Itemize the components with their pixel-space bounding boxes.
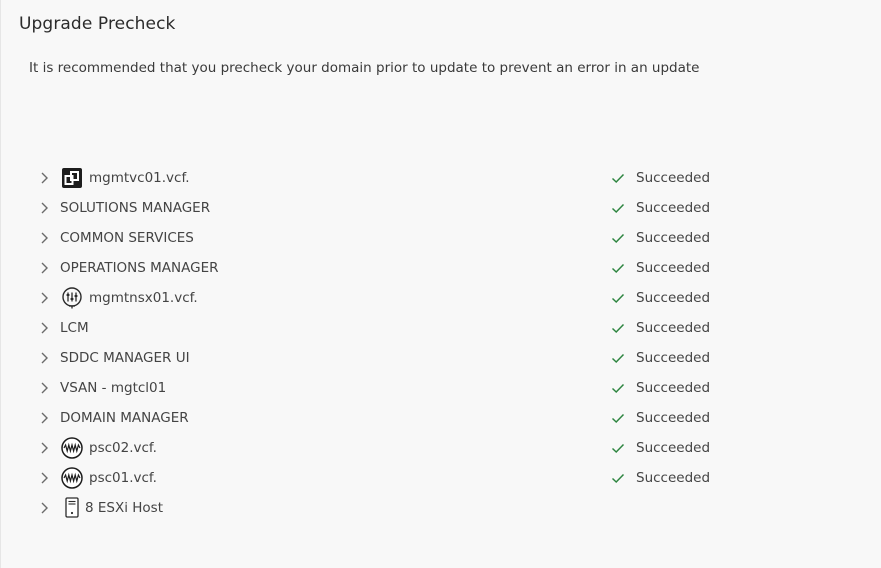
status: Succeeded: [610, 229, 710, 247]
intro-text: It is recommended that you precheck your…: [29, 60, 700, 76]
status-text: Succeeded: [636, 170, 711, 186]
status: Succeeded: [610, 379, 710, 397]
chevron-right-icon[interactable]: [38, 471, 50, 485]
check-icon: [610, 200, 626, 216]
item-label: psc02.vcf.: [89, 440, 157, 456]
chevron-right-icon[interactable]: [38, 381, 50, 395]
status-text: Succeeded: [636, 350, 711, 366]
list-item[interactable]: VSAN - mgtcl01 Succeeded: [1, 373, 881, 403]
check-icon: [610, 380, 626, 396]
status: Succeeded: [610, 349, 710, 367]
item-label: OPERATIONS MANAGER: [60, 260, 219, 276]
list-item[interactable]: OPERATIONS MANAGER Succeeded: [1, 253, 881, 283]
status-text: Succeeded: [636, 380, 711, 396]
check-icon: [610, 320, 626, 336]
chevron-right-icon[interactable]: [38, 261, 50, 275]
item-label: COMMON SERVICES: [60, 230, 194, 246]
item-label: psc01.vcf.: [89, 470, 157, 486]
status-text: Succeeded: [636, 410, 711, 426]
list-item[interactable]: LCM Succeeded: [1, 313, 881, 343]
status: Succeeded: [610, 289, 710, 307]
check-icon: [610, 260, 626, 276]
check-icon: [610, 410, 626, 426]
item-label: mgmtnsx01.vcf.: [89, 290, 198, 306]
item-label: SOLUTIONS MANAGER: [60, 200, 211, 216]
check-icon: [610, 440, 626, 456]
psc-icon: [61, 467, 83, 489]
check-icon: [610, 470, 626, 486]
precheck-list: mgmtvc01.vcf. Succeeded SOLUTIONS MANAGE…: [1, 163, 881, 523]
list-item[interactable]: SDDC MANAGER UI Succeeded: [1, 343, 881, 373]
chevron-right-icon[interactable]: [38, 171, 50, 185]
page-title: Upgrade Precheck: [19, 14, 176, 34]
chevron-right-icon[interactable]: [38, 411, 50, 425]
status: Succeeded: [610, 259, 710, 277]
nsx-icon: [61, 287, 83, 309]
item-label: DOMAIN MANAGER: [60, 410, 189, 426]
check-icon: [610, 170, 626, 186]
list-item[interactable]: SOLUTIONS MANAGER Succeeded: [1, 193, 881, 223]
upgrade-precheck-panel: Upgrade Precheck It is recommended that …: [0, 0, 881, 568]
list-item[interactable]: psc02.vcf. Succeeded: [1, 433, 881, 463]
chevron-right-icon[interactable]: [38, 351, 50, 365]
list-item[interactable]: mgmtnsx01.vcf. Succeeded: [1, 283, 881, 313]
item-label: SDDC MANAGER UI: [60, 350, 190, 366]
chevron-right-icon[interactable]: [38, 441, 50, 455]
check-icon: [610, 350, 626, 366]
status-text: Succeeded: [636, 440, 711, 456]
chevron-right-icon[interactable]: [38, 231, 50, 245]
item-label: mgmtvc01.vcf.: [89, 170, 190, 186]
list-item[interactable]: DOMAIN MANAGER Succeeded: [1, 403, 881, 433]
status-text: Succeeded: [636, 320, 711, 336]
chevron-right-icon[interactable]: [38, 201, 50, 215]
vcenter-icon: [61, 167, 83, 189]
chevron-right-icon[interactable]: [38, 321, 50, 335]
list-item[interactable]: COMMON SERVICES Succeeded: [1, 223, 881, 253]
status-text: Succeeded: [636, 230, 711, 246]
status-text: Succeeded: [636, 260, 711, 276]
status-text: Succeeded: [636, 290, 711, 306]
chevron-right-icon[interactable]: [38, 501, 50, 515]
status: Succeeded: [610, 199, 710, 217]
status: Succeeded: [610, 319, 710, 337]
item-label: 8 ESXi Host: [85, 500, 164, 516]
psc-icon: [61, 437, 83, 459]
list-item[interactable]: 8 ESXi Host: [1, 493, 881, 523]
check-icon: [610, 230, 626, 246]
status-text: Succeeded: [636, 470, 711, 486]
list-item[interactable]: psc01.vcf. Succeeded: [1, 463, 881, 493]
status: Succeeded: [610, 439, 710, 457]
status: Succeeded: [610, 169, 710, 187]
host-icon: [65, 497, 79, 519]
status: Succeeded: [610, 469, 710, 487]
list-item[interactable]: mgmtvc01.vcf. Succeeded: [1, 163, 881, 193]
status: Succeeded: [610, 409, 710, 427]
item-label: LCM: [60, 320, 89, 336]
item-label: VSAN - mgtcl01: [60, 380, 167, 396]
status-text: Succeeded: [636, 200, 711, 216]
chevron-right-icon[interactable]: [38, 291, 50, 305]
check-icon: [610, 290, 626, 306]
